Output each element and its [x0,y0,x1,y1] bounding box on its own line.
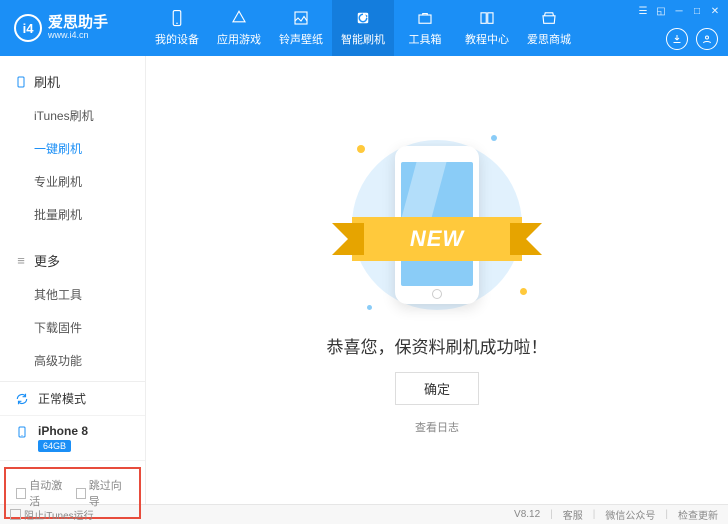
store-icon [540,9,558,27]
nav-batch-flash[interactable]: 批量刷机 [0,198,145,231]
success-message: 恭喜您，保资料刷机成功啦！ [327,333,548,358]
user-icon[interactable] [696,28,718,50]
download-icon[interactable] [666,28,688,50]
app-site: www.i4.cn [48,31,108,41]
success-illustration: NEW [317,125,557,325]
tab-store[interactable]: 爱思商城 [518,0,580,56]
new-ribbon: NEW [352,217,522,261]
book-icon [478,9,496,27]
nav-oneclick-flash[interactable]: 一键刷机 [0,132,145,165]
tab-my-device[interactable]: 我的设备 [146,0,208,56]
phone-small-icon [14,424,30,440]
nav-itunes-flash[interactable]: iTunes刷机 [0,99,145,132]
device-icon [14,75,28,89]
chk-block-itunes[interactable]: 阻止iTunes运行 [10,507,94,522]
title-bar: i4 爱思助手 www.i4.cn 我的设备 应用游戏 铃声壁纸 智能刷机 工具… [0,0,728,56]
tab-toolbox[interactable]: 工具箱 [394,0,456,56]
nav-download-firmware[interactable]: 下载固件 [0,311,145,344]
chk-auto-activate[interactable]: 自动激活 [16,477,70,509]
nav-advanced[interactable]: 高级功能 [0,344,145,377]
view-log-link[interactable]: 查看日志 [415,419,459,435]
wechat-link[interactable]: 微信公众号 [605,507,655,522]
close-icon[interactable]: ✕ [708,4,722,18]
toolbox-icon [416,9,434,27]
device-row[interactable]: iPhone 8 64GB [0,416,145,461]
phone-icon [168,9,186,27]
more-icon: ≡ [14,253,28,268]
sidebar: 刷机 iTunes刷机 一键刷机 专业刷机 批量刷机 ≡ 更多 其他工具 下载固… [0,56,146,504]
nav-header-flash[interactable]: 刷机 [0,68,145,95]
chk-skip-guide[interactable]: 跳过向导 [76,477,130,509]
logo-icon: i4 [14,14,42,42]
nav-other-tools[interactable]: 其他工具 [0,278,145,311]
app-name: 爱思助手 [48,15,108,32]
storage-badge: 64GB [38,440,71,452]
nav-header-more[interactable]: ≡ 更多 [0,247,145,274]
tab-ringtones[interactable]: 铃声壁纸 [270,0,332,56]
main-content: NEW 恭喜您，保资料刷机成功啦！ 确定 查看日志 [146,56,728,504]
maximize-icon[interactable]: □ [690,4,704,18]
refresh-icon [14,391,30,407]
version-label: V8.12 [514,509,540,520]
mode-row[interactable]: 正常模式 [0,382,145,416]
skin-icon[interactable]: ◱ [654,4,668,18]
tab-apps[interactable]: 应用游戏 [208,0,270,56]
top-tabs: 我的设备 应用游戏 铃声壁纸 智能刷机 工具箱 教程中心 爱思商城 [146,0,580,56]
menu-icon[interactable]: ☰ [636,4,650,18]
tab-tutorials[interactable]: 教程中心 [456,0,518,56]
nav-pro-flash[interactable]: 专业刷机 [0,165,145,198]
update-link[interactable]: 检查更新 [678,507,718,522]
checkbox-icon [16,488,26,499]
flash-icon [354,9,372,27]
tab-flash[interactable]: 智能刷机 [332,0,394,56]
wallpaper-icon [292,9,310,27]
support-link[interactable]: 客服 [563,507,583,522]
minimize-icon[interactable]: ─ [672,4,686,18]
ok-button[interactable]: 确定 [395,372,479,405]
checkbox-icon [76,488,86,499]
checkbox-icon [10,509,21,520]
logo-area: i4 爱思助手 www.i4.cn [0,14,146,42]
device-name: iPhone 8 [38,424,88,438]
apps-icon [230,9,248,27]
